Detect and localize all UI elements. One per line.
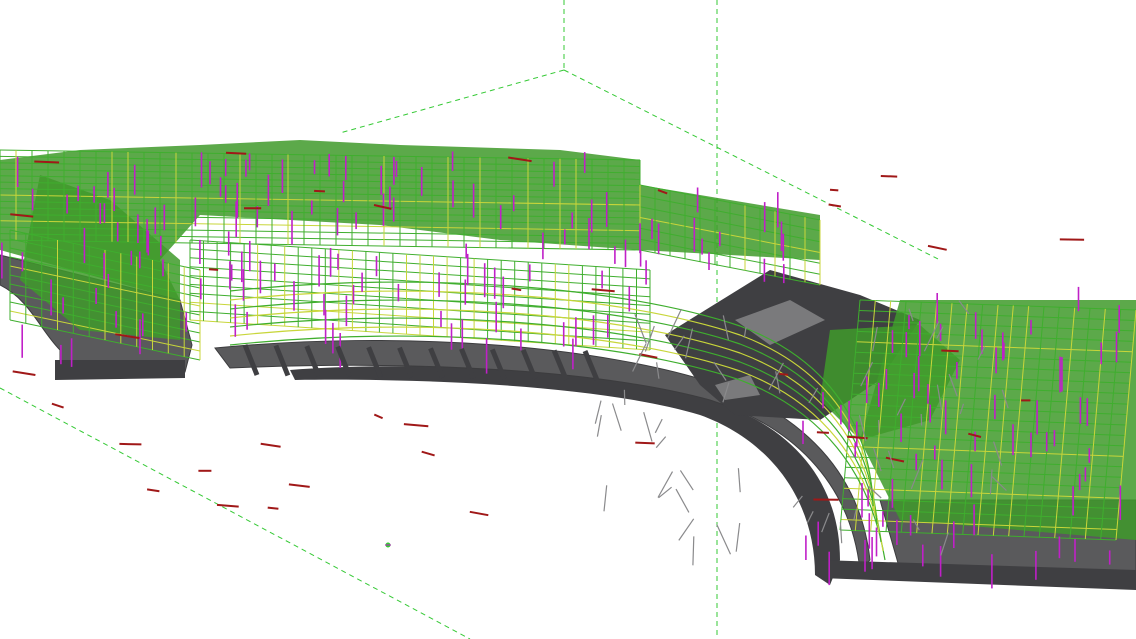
structural-model-scene[interactable] [0,0,1136,639]
pipe-support-line [679,470,694,491]
pipe-support-line [692,536,695,566]
red-beam-line [828,203,842,208]
red-beam-line [146,488,160,493]
pipe-support-line [678,518,695,541]
pipe-support-line [839,522,843,544]
red-beam-line [288,483,310,488]
pipe-support-line [675,488,690,513]
red-beam-line [927,244,947,251]
pipe-support-line [655,436,667,449]
pipe-support-line [735,523,741,552]
red-beam-line [208,268,219,271]
red-beam-line [829,188,839,192]
red-beam-line [51,402,64,409]
red-beam-line [469,510,489,517]
red-beam-line [816,431,829,434]
red-beam-line [225,151,247,155]
pipe-support-line [654,418,663,434]
red-beam-line [941,349,959,353]
cursor-crosshair-icon [385,542,391,548]
red-beam-line [34,160,60,164]
red-beam-line [421,450,435,457]
red-beam-line [373,413,383,420]
guide-line-top-left [339,69,565,134]
red-beam-line [216,503,239,508]
3d-model-viewport[interactable] [0,0,1136,639]
pipe-support-line [596,414,602,437]
pipe-support-line [643,412,653,442]
red-beam-line [403,423,429,428]
pipe-support-line [611,403,622,431]
pipe-support-line [603,485,608,512]
red-beam-line [119,442,142,446]
red-beam-line [880,175,898,178]
red-beam-line [635,441,655,445]
pipe-support-line [657,471,674,498]
pipe-support-line [737,468,741,493]
red-beam-line [12,370,36,376]
red-beam-line [778,372,789,376]
red-beam-line [591,288,615,293]
guide-line-bottom-left [0,387,471,639]
red-beam-line [511,287,522,292]
red-beam-line [314,189,325,193]
pipe-support-line [716,524,732,555]
red-beam-line [267,506,279,510]
red-beam-line [260,442,281,448]
